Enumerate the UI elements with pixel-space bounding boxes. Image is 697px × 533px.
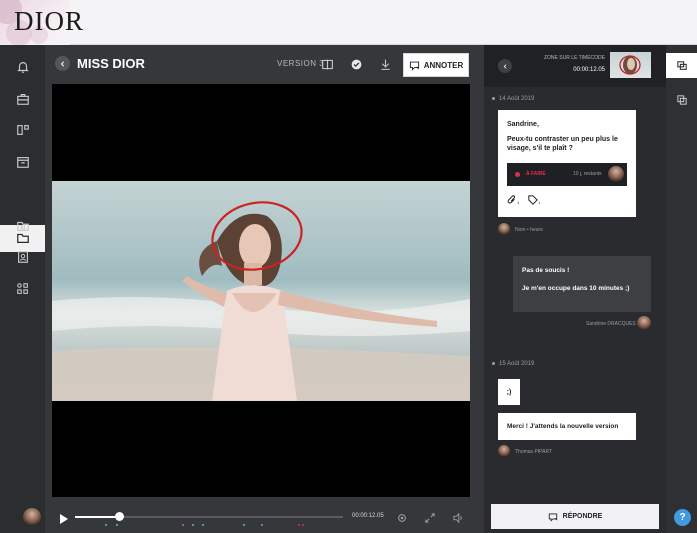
back-button[interactable] [55, 56, 70, 71]
progress-handle[interactable] [115, 512, 124, 521]
tag-icon [528, 195, 539, 205]
main-viewer: MISS DIOR VERSION 3 ANNOTER 00:00:12.05 [23, 45, 484, 533]
comment-card[interactable]: Merci ! J'attends la nouvelle version [498, 413, 636, 440]
link-attachment[interactable]: 1 [507, 195, 519, 205]
status-dot [515, 172, 520, 177]
reply-line-1: Pas de soucis ! [522, 267, 570, 274]
calendar-icon[interactable] [14, 153, 32, 171]
marker-dot[interactable] [192, 524, 194, 526]
tool-layers[interactable] [677, 92, 687, 110]
annotate-icon [409, 61, 419, 71]
marker-dot[interactable] [298, 524, 300, 526]
tool-comments-active[interactable] [666, 53, 697, 78]
status-badge: À FAIRE [526, 171, 546, 177]
marker-dot[interactable] [116, 524, 118, 526]
tool-strip: ? [666, 45, 697, 533]
comment-attachments: 1 1 [507, 195, 540, 205]
timecode-zone-header: ZONE SUR LE TIMECODE 00:00:12.05 [484, 45, 666, 87]
paperclip-icon [507, 195, 516, 204]
comment-author-avatar[interactable] [498, 223, 510, 235]
validate-icon[interactable] [348, 56, 364, 72]
comment-author: Thomas PIPART [515, 449, 553, 455]
left-navigation [0, 45, 45, 533]
zone-time: 00:00:12.05 [573, 67, 605, 73]
bell-icon[interactable] [14, 58, 32, 76]
video-still-image [52, 181, 470, 401]
comment-text: Merci ! J'attends la nouvelle version [507, 423, 619, 430]
marker-dot[interactable] [202, 524, 204, 526]
dashboard-icon[interactable] [14, 121, 32, 139]
comment-card-short[interactable]: ;) [498, 379, 520, 405]
compare-icon[interactable] [319, 56, 335, 72]
comment-text: Peux-tu contraster un peu plus le visage… [507, 136, 618, 153]
tag-attachment[interactable]: 1 [528, 195, 540, 205]
comment-author: Nom • heure [515, 227, 543, 233]
annotate-label: ANNOTER [423, 60, 464, 70]
marker-dot[interactable] [105, 524, 107, 526]
reply-label: RÉPONDRE [562, 513, 603, 520]
comment-addressee: Sandrine, [507, 121, 539, 128]
modules-icon[interactable] [14, 280, 32, 298]
marker-dot[interactable] [182, 524, 184, 526]
settings-icon[interactable] [397, 510, 407, 528]
version-label[interactable]: VERSION 3 [277, 59, 324, 68]
video-frame [52, 181, 470, 401]
help-button[interactable]: ? [674, 509, 691, 526]
top-bar: DIOR [0, 0, 697, 46]
comment-card[interactable]: Sandrine, Peux-tu contraster un peu plus… [498, 110, 636, 217]
player-controls: 00:00:12.05 [23, 500, 484, 533]
page-title: MISS DIOR [77, 56, 145, 71]
chevron-left-icon [503, 63, 506, 69]
reply-button[interactable]: RÉPONDRE [491, 504, 659, 529]
comment-icon [548, 512, 557, 522]
volume-icon[interactable] [453, 510, 463, 528]
marker-dot[interactable] [243, 524, 245, 526]
download-icon[interactable] [377, 56, 393, 72]
brand-logo[interactable]: DIOR [14, 6, 84, 37]
annotate-button[interactable]: ANNOTER [403, 53, 469, 77]
reply-card[interactable]: Pas de soucis ! Je m'en occupe dans 10 m… [513, 256, 651, 312]
chevron-left-icon [60, 60, 64, 67]
contacts-icon[interactable] [14, 248, 32, 266]
reply-line-2: Je m'en occupe dans 10 minutes ;) [522, 285, 630, 292]
assignee-avatar[interactable] [608, 166, 624, 182]
video-player[interactable] [52, 84, 470, 497]
viewer-header: MISS DIOR VERSION 3 ANNOTER [45, 45, 484, 82]
windows-icon [676, 60, 687, 70]
zone-thumbnail[interactable] [610, 52, 651, 78]
date-separator: 15 Août 2019 [492, 361, 534, 367]
date-separator: 14 Août 2019 [492, 96, 534, 102]
task-status-bar[interactable]: À FAIRE 10 j, restants [507, 163, 627, 186]
due-remaining: 10 j, restants [573, 171, 602, 177]
progress-fill [75, 516, 118, 518]
play-button[interactable] [59, 511, 69, 529]
comment-author-avatar[interactable] [498, 445, 510, 457]
user-avatar[interactable] [23, 508, 41, 526]
folder-badge-icon[interactable] [14, 217, 32, 235]
zone-label: ZONE SUR LE TIMECODE [543, 55, 605, 61]
briefcase-icon[interactable] [14, 90, 32, 108]
fullscreen-icon[interactable] [425, 510, 435, 528]
marker-dot[interactable] [302, 524, 304, 526]
reply-author: Sandrine DRACQUES [586, 321, 636, 327]
collapse-panel-button[interactable] [498, 59, 512, 73]
comments-panel: ZONE SUR LE TIMECODE 00:00:12.05 14 Août… [484, 45, 666, 533]
player-timecode: 00:00:12.05 [352, 513, 384, 519]
play-icon [60, 514, 68, 524]
marker-dot[interactable] [261, 524, 263, 526]
layers-icon [677, 95, 687, 105]
reply-author-avatar[interactable] [637, 316, 651, 330]
